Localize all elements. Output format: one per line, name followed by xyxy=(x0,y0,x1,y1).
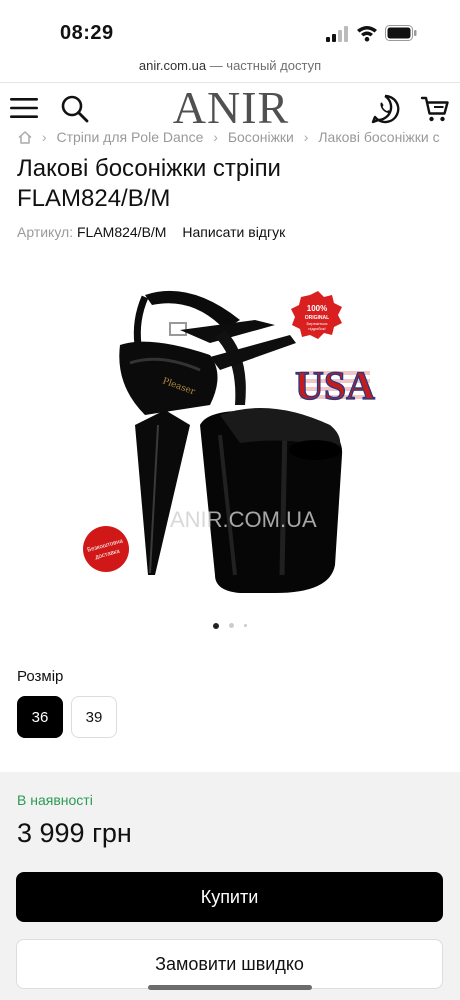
write-review-link[interactable]: Написати відгук xyxy=(182,224,285,240)
svg-text:USA: USA xyxy=(295,363,375,408)
breadcrumb-item[interactable]: Стріпи для Pole Dance xyxy=(56,129,203,145)
size-option-36[interactable]: 36 xyxy=(17,696,63,738)
gallery-dot[interactable] xyxy=(213,622,219,629)
quick-order-button[interactable]: Замовити швидко xyxy=(16,939,443,989)
url-suffix: — частный доступ xyxy=(206,58,322,73)
browser-url[interactable]: anir.com.ua — частный доступ xyxy=(0,58,460,73)
product-title: Лакові босоніжки стріпи FLAM824/B/M xyxy=(17,155,281,212)
cart-icon[interactable] xyxy=(420,94,450,124)
sku-label: Артикул: xyxy=(17,224,74,240)
battery-icon xyxy=(385,25,417,41)
svg-text:100%: 100% xyxy=(307,304,327,313)
breadcrumb-separator: › xyxy=(41,129,47,146)
breadcrumb-item[interactable]: Лакові босоніжки с xyxy=(318,129,439,145)
breadcrumb: › Стріпи для Pole Dance › Босоніжки › Ла… xyxy=(18,128,460,148)
product-image[interactable]: Pleaser ANIR.COM.UA 100% ORIGINAL Бережі… xyxy=(60,275,400,610)
site-logo[interactable]: ANIR xyxy=(166,84,296,132)
breadcrumb-separator: › xyxy=(303,129,309,146)
free-delivery-badge: Безкоштовна доставка xyxy=(83,526,129,572)
url-host: anir.com.ua xyxy=(138,58,207,73)
breadcrumb-separator: › xyxy=(213,129,218,146)
buy-button[interactable]: Купити xyxy=(16,872,443,922)
product-meta: Артикул: FLAM824/B/M Написати відгук xyxy=(17,224,285,240)
image-watermark: ANIR.COM.UA xyxy=(170,507,317,532)
breadcrumb-item[interactable]: Босоніжки xyxy=(228,129,294,145)
home-icon[interactable] xyxy=(18,131,32,144)
status-bar: 08:29 xyxy=(0,0,460,56)
usa-badge: USA xyxy=(294,362,375,408)
status-time: 08:29 xyxy=(60,22,114,44)
site-header: ANIR xyxy=(0,84,460,132)
gallery-dot[interactable] xyxy=(229,623,234,629)
gallery-pagination xyxy=(0,617,460,635)
wifi-icon xyxy=(357,26,377,42)
sku-value: FLAM824/B/M xyxy=(76,224,167,240)
size-label: Розмір xyxy=(17,668,64,685)
menu-icon[interactable] xyxy=(10,96,38,120)
home-indicator[interactable] xyxy=(148,985,312,990)
gallery-dot[interactable] xyxy=(244,624,247,628)
size-option-39[interactable]: 39 xyxy=(71,696,117,738)
svg-text:підробок!: підробок! xyxy=(308,326,325,331)
original-badge: 100% ORIGINAL Бережіться підробок! xyxy=(291,291,342,339)
product-price: 3 999 грн xyxy=(17,818,132,848)
cellular-signal-icon xyxy=(326,26,348,42)
search-icon[interactable] xyxy=(60,94,90,124)
phone-icon[interactable] xyxy=(370,94,400,124)
stock-status: В наявності xyxy=(17,792,93,808)
